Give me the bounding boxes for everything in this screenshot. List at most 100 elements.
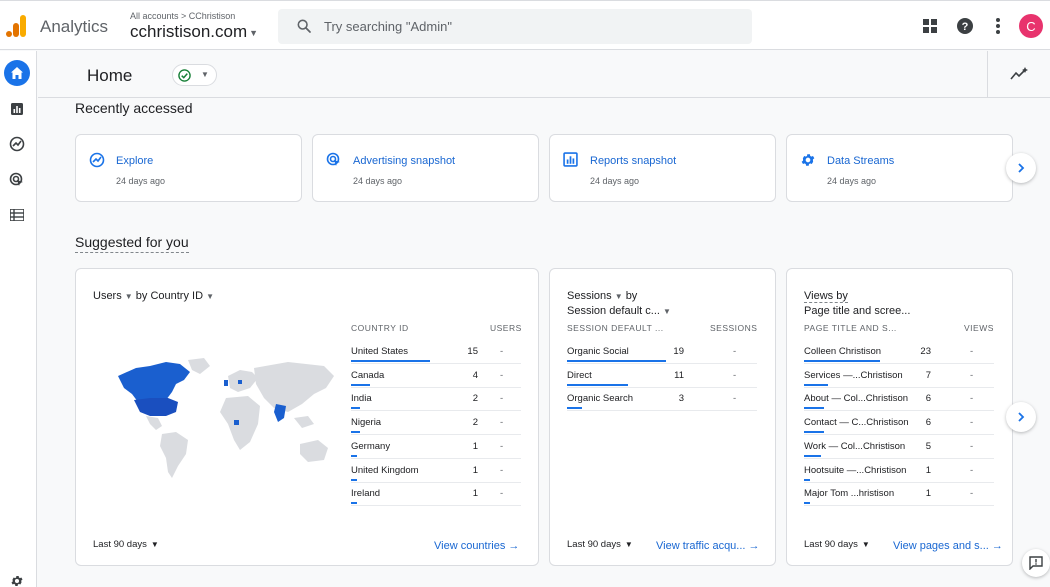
status-dropdown[interactable]: ▼ <box>172 64 217 86</box>
table-row[interactable]: Organic Search 3 - <box>567 387 757 412</box>
recent-card-time: 24 days ago <box>353 176 403 186</box>
caret-down-icon: ▼ <box>861 540 870 549</box>
row-label: About — Col...Christison <box>804 393 909 405</box>
apps-grid-icon[interactable] <box>919 15 941 37</box>
row-change: - <box>733 346 737 357</box>
advertising-icon[interactable] <box>4 167 30 193</box>
caret-down-icon: ▼ <box>206 292 215 301</box>
row-label: Germany <box>351 440 391 452</box>
metric-selector[interactable]: Users <box>93 290 122 302</box>
property-selector[interactable]: cchristison.com ▼ <box>130 22 258 42</box>
configure-list-icon[interactable] <box>4 202 30 228</box>
table-row[interactable]: Canada 4 - <box>351 364 521 388</box>
row-label: Direct <box>567 369 592 381</box>
row-bar <box>351 383 371 386</box>
row-change: - <box>500 369 504 381</box>
feedback-button[interactable] <box>1022 549 1050 577</box>
dimension-selector[interactable]: Session default c... <box>567 305 660 317</box>
table-row[interactable]: Germany 1 - <box>351 435 521 459</box>
table-row[interactable]: United States 15 - <box>351 340 521 364</box>
breadcrumb[interactable]: All accounts > CChristison <box>130 11 235 21</box>
row-bar <box>351 454 357 457</box>
row-label: Ireland <box>351 488 381 500</box>
row-label: Colleen Christison <box>804 346 882 357</box>
table-row[interactable]: India 2 - <box>351 387 521 412</box>
row-value: 3 <box>678 393 684 405</box>
card-title[interactable]: Users ▼ by Country ID ▼ <box>93 289 214 304</box>
row-bar <box>351 431 360 434</box>
table-row[interactable]: Ireland 1 - <box>351 482 521 507</box>
explore-icon[interactable] <box>4 131 30 157</box>
date-range-selector[interactable]: Last 90 days ▼ <box>804 539 870 550</box>
row-label: United Kingdom <box>351 464 419 476</box>
date-range-selector[interactable]: Last 90 days ▼ <box>93 539 159 550</box>
reports-icon <box>563 152 578 167</box>
card-title[interactable]: Sessions ▼ by Session default c... ▼ <box>567 289 671 319</box>
table-row[interactable]: United Kingdom 1 - <box>351 459 521 483</box>
row-bar <box>567 383 628 386</box>
row-label: Major Tom ...hristison <box>804 488 895 500</box>
row-bar <box>804 502 810 505</box>
table-row[interactable]: Direct 11 - <box>567 364 757 388</box>
row-label: Organic Social <box>567 346 629 357</box>
insights-icon[interactable] <box>987 51 1050 97</box>
avatar[interactable]: C <box>1019 14 1043 38</box>
recent-card-advertising-snapshot[interactable]: Advertising snapshot 24 days ago <box>312 134 539 202</box>
row-change: - <box>500 440 504 452</box>
caret-down-icon: ▼ <box>249 27 259 38</box>
row-label: Nigeria <box>351 417 382 429</box>
table-row[interactable]: Contact — C...Christison 6 - <box>804 411 994 436</box>
view-countries-link[interactable]: View countries → <box>434 540 519 552</box>
advertising-icon <box>326 152 340 166</box>
gear-icon <box>801 154 815 166</box>
row-value: 4 <box>472 369 478 381</box>
search-bar[interactable] <box>278 9 752 44</box>
table-row[interactable]: Colleen Christison 23 - <box>804 340 994 364</box>
table-row[interactable]: Hootsuite —...Christison 1 - <box>804 459 994 483</box>
feedback-icon <box>1029 556 1043 570</box>
admin-gear-icon[interactable] <box>4 568 30 587</box>
metric-selector[interactable]: Sessions <box>567 290 612 302</box>
help-icon[interactable]: ? <box>954 15 976 37</box>
more-vert-icon[interactable] <box>987 15 1009 37</box>
recent-card-data-streams[interactable]: Data Streams 24 days ago <box>786 134 1013 202</box>
link-label: View pages and s... <box>893 540 989 552</box>
dimension-selector[interactable]: by Country ID <box>136 290 203 302</box>
row-value: 15 <box>467 346 478 357</box>
row-change: - <box>970 440 974 452</box>
column-header: COUNTRY ID <box>351 323 409 333</box>
date-range-selector[interactable]: Last 90 days ▼ <box>567 539 633 550</box>
table-row[interactable]: About — Col...Christison 6 - <box>804 387 994 412</box>
row-value: 1 <box>925 464 931 476</box>
row-change: - <box>970 488 974 500</box>
row-bar <box>351 407 360 410</box>
recent-next-button[interactable] <box>1006 153 1036 183</box>
analytics-logo-icon[interactable] <box>6 15 28 37</box>
table-row[interactable]: Work — Col...Christison 5 - <box>804 435 994 459</box>
page-title: Home <box>87 66 133 85</box>
row-label: India <box>351 393 372 405</box>
suggested-next-button[interactable] <box>1006 402 1036 432</box>
arrow-right-icon: → <box>748 540 760 552</box>
row-value: 1 <box>925 488 931 500</box>
reports-icon[interactable] <box>4 96 30 122</box>
row-value: 1 <box>472 488 478 500</box>
row-change: - <box>500 417 504 429</box>
home-icon[interactable] <box>4 60 30 86</box>
recent-card-reports-snapshot[interactable]: Reports snapshot 24 days ago <box>549 134 776 202</box>
world-map <box>118 358 334 478</box>
search-input[interactable] <box>324 9 724 44</box>
table-row[interactable]: Services —...Christison 7 - <box>804 364 994 388</box>
card-title[interactable]: Views by Page title and scree... <box>804 289 910 319</box>
row-change: - <box>733 393 737 405</box>
row-value: 2 <box>472 393 478 405</box>
recent-card-explore[interactable]: Explore 24 days ago <box>75 134 302 202</box>
view-traffic-acquisition-link[interactable]: View traffic acqu... → <box>656 540 760 552</box>
table-row[interactable]: Organic Social 19 - <box>567 340 757 364</box>
row-label: United States <box>351 346 409 357</box>
table-row[interactable]: Nigeria 2 - <box>351 411 521 436</box>
row-value: 1 <box>472 440 478 452</box>
table-row[interactable]: Major Tom ...hristison 1 - <box>804 482 994 507</box>
view-pages-link[interactable]: View pages and s... → <box>893 540 1003 552</box>
recent-card-time: 24 days ago <box>590 176 640 186</box>
